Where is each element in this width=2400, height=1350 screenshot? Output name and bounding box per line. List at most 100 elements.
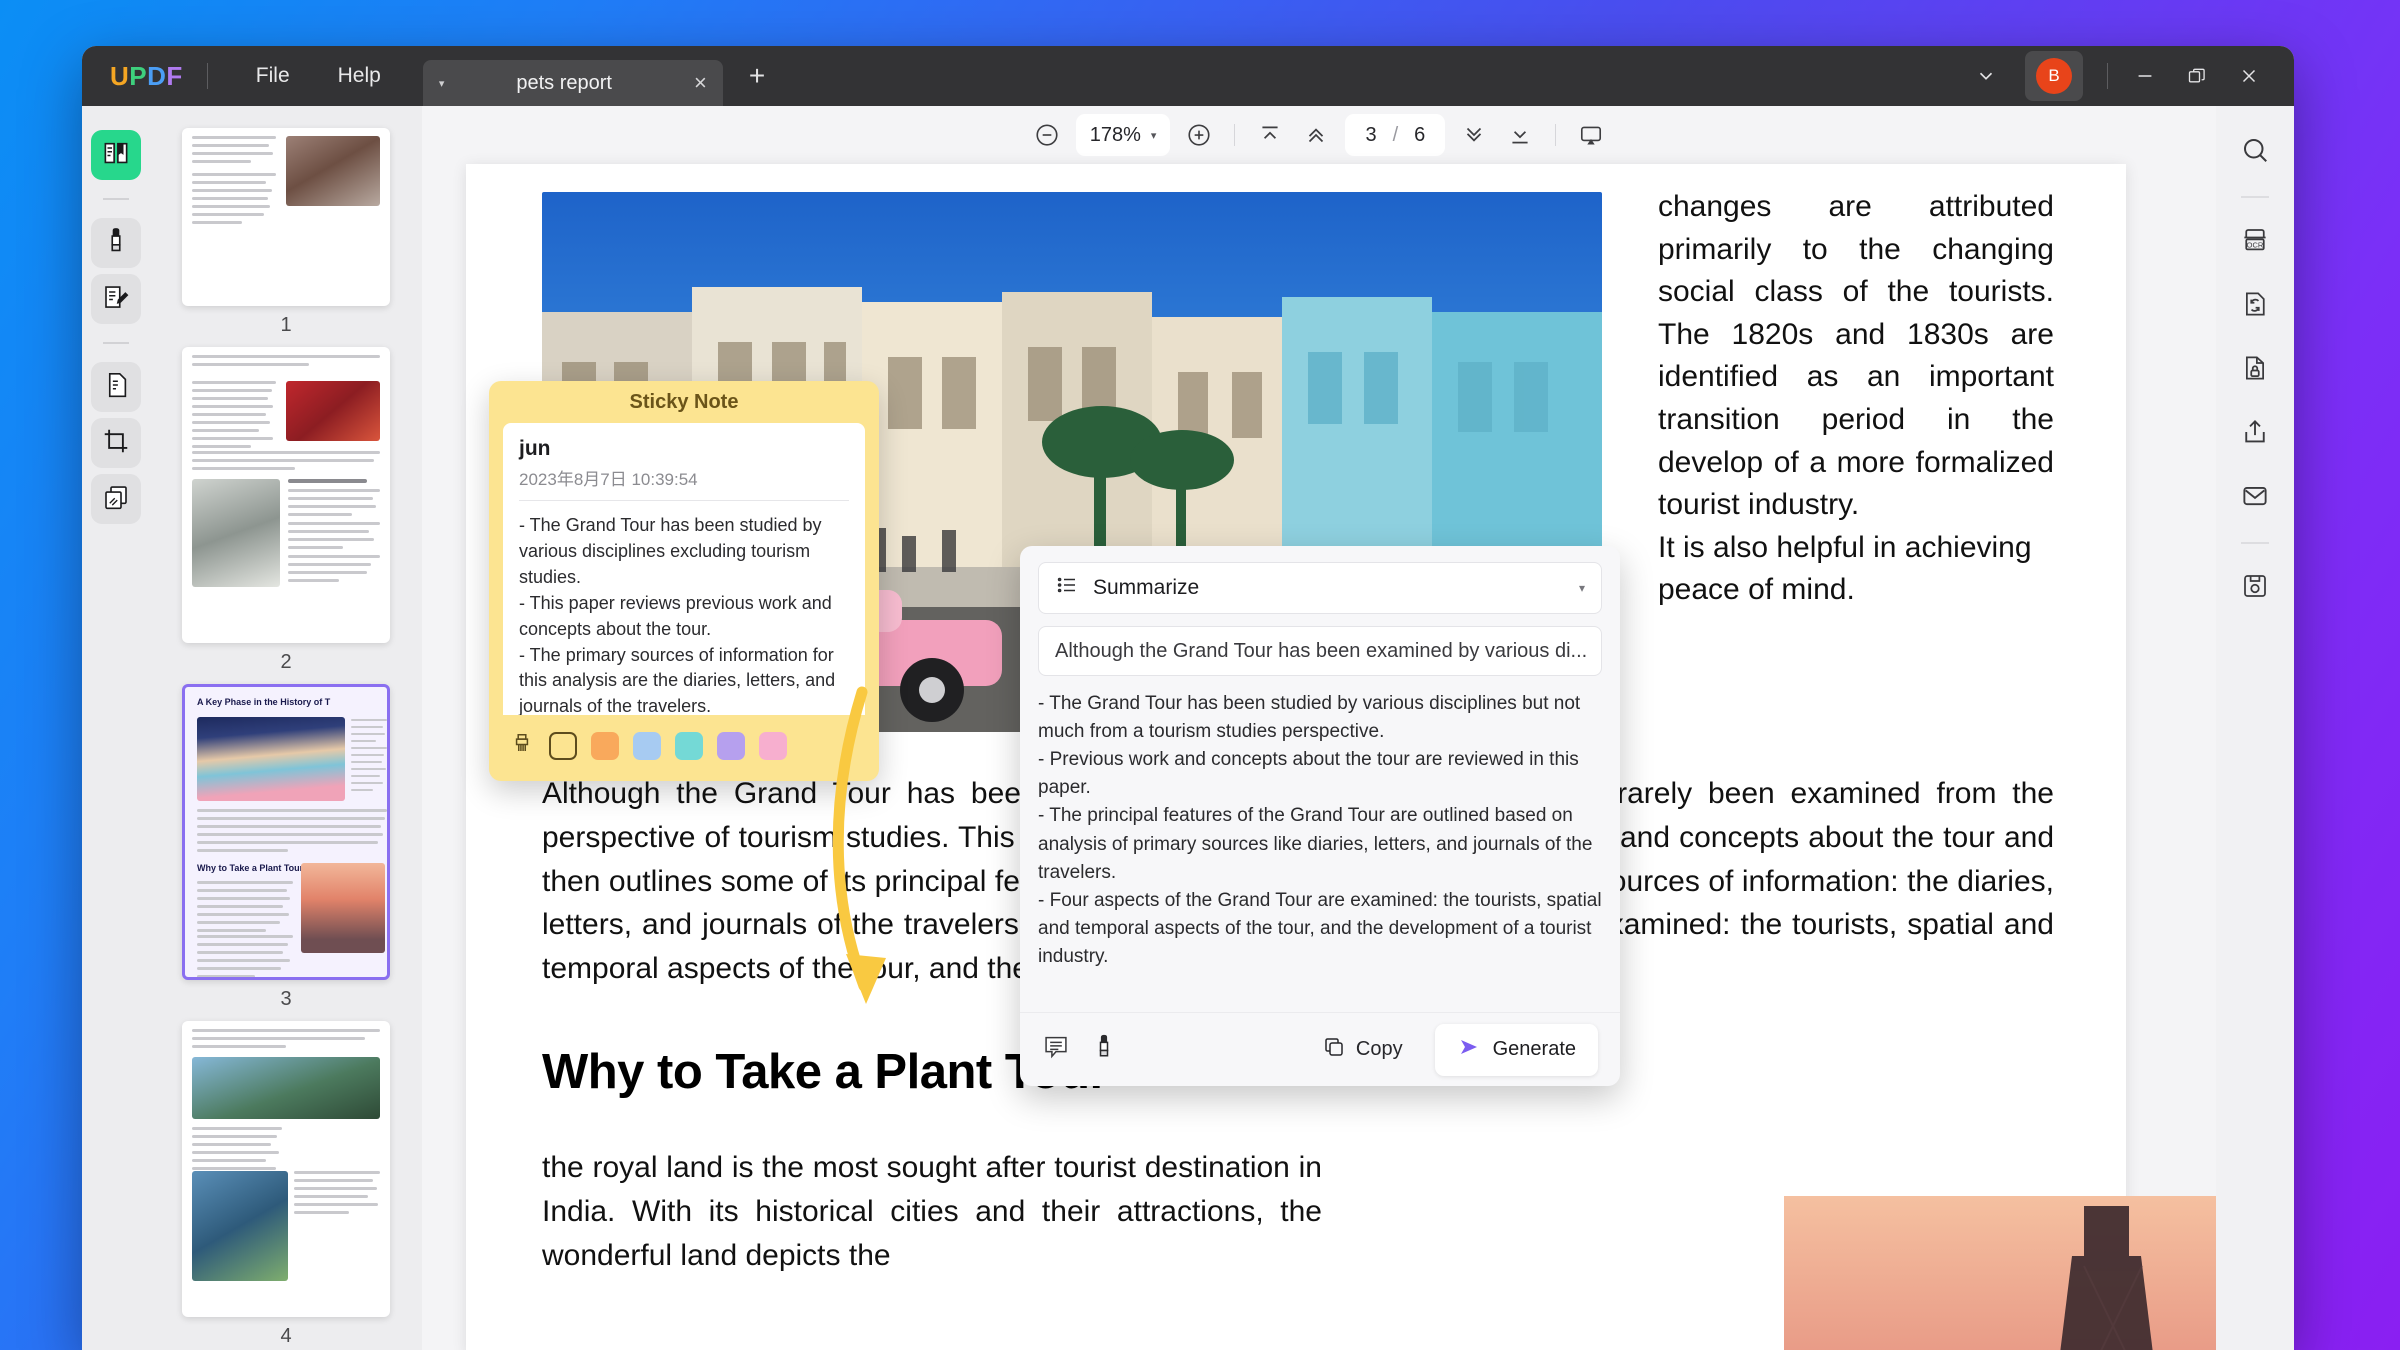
ocr-icon: OCR [2240,225,2270,260]
send-arrow-icon [1457,1035,1481,1065]
document-tab[interactable]: ▾ pets report × [422,60,723,106]
thumbnail-item-selected[interactable]: A Key Phase in the History of T Why to T… [182,684,390,1011]
eiffel-tower-image [1784,1196,2216,1350]
sticky-note-color-picker[interactable] [489,715,879,777]
viewer-toolbar: 178% ▾ 3 / 6 [422,106,2216,164]
chevron-down-icon[interactable]: ▾ [1151,129,1157,142]
thumbnail-number: 1 [280,314,292,336]
page-separator: / [1392,123,1399,146]
controls-divider [2107,63,2108,89]
document-tab-title: pets report [516,71,612,94]
search-icon [2240,135,2270,170]
current-page-value: 3 [1365,123,1377,146]
save-tool-button[interactable] [2229,564,2281,612]
ocr-tool-button[interactable]: OCR [2229,218,2281,266]
sticky-note-popup[interactable]: Sticky Note jun 2023年8月7日 10:39:54 - The… [489,381,879,781]
prev-page-button[interactable] [1293,112,1339,158]
thumbnail-item[interactable]: 1 [182,128,390,337]
thumbnail-page[interactable] [182,347,390,643]
zoom-level-select[interactable]: 178% ▾ [1075,114,1171,156]
zoom-in-button[interactable] [1176,112,1222,158]
close-button[interactable] [2226,55,2272,97]
chevron-down-icon[interactable] [1963,55,2009,97]
chevron-down-icon[interactable]: ▾ [439,77,445,90]
floppy-save-icon [2240,571,2270,606]
envelope-icon [2240,481,2270,516]
next-page-button[interactable] [1451,112,1497,158]
logo-letter-f: F [166,60,183,91]
page-body-paragraph-2: the royal land is the most sought after … [542,1151,1322,1272]
minimize-button[interactable] [2122,55,2168,97]
color-swatch-pink[interactable] [759,732,787,760]
zoom-out-button[interactable] [1024,112,1070,158]
thumbnail-number: 3 [280,988,292,1010]
color-swatch-purple[interactable] [717,732,745,760]
thumbnail-item[interactable]: 2 [182,347,390,674]
rail-divider [2241,542,2269,544]
page-number-input[interactable]: 3 / 6 [1345,114,1446,156]
ai-mode-label: Summarize [1093,576,1200,599]
logo-letter-u: U [110,60,130,91]
highlight-tool-button[interactable] [91,218,141,268]
list-icon [1055,573,1079,603]
ai-mode-select[interactable]: Summarize ▾ [1038,562,1602,614]
crop-tool-button[interactable] [91,418,141,468]
brush-icon[interactable] [509,731,535,762]
edit-document-icon [101,282,131,317]
color-swatch-none[interactable] [549,732,577,760]
edit-tool-button[interactable] [91,274,141,324]
ai-source-text-field[interactable]: Although the Grand Tour has been examine… [1038,626,1602,676]
sticky-note-icon[interactable] [1042,1033,1070,1066]
thumbnail-page[interactable] [182,1021,390,1317]
crop-icon [101,426,131,461]
title-bar: U P D F File Help ▾ pets report × + B [82,46,2294,106]
thumbnail-panel[interactable]: 1 2 A Key Phase in the History of T Why … [150,106,422,1350]
highlighter-icon [101,226,131,261]
thumbnail-page[interactable] [182,128,390,306]
email-tool-button[interactable] [2229,474,2281,522]
menu-file[interactable]: File [232,56,314,96]
share-tool-button[interactable] [2229,410,2281,458]
convert-tool-button[interactable] [2229,282,2281,330]
thumbnail-item[interactable]: 4 [182,1021,390,1348]
new-tab-button[interactable]: + [749,62,765,90]
thumbnail-number: 4 [280,1325,292,1347]
reader-tool-button[interactable] [91,130,141,180]
close-icon[interactable]: × [694,72,707,94]
first-page-button[interactable] [1247,112,1293,158]
protect-tool-button[interactable] [2229,346,2281,394]
lock-document-icon [2240,353,2270,388]
copy-icon [1322,1035,1346,1065]
toolbar-divider [1234,124,1236,146]
sticky-note-author: jun [519,437,551,460]
color-swatch-blue[interactable] [633,732,661,760]
book-reader-icon [101,138,131,173]
organize-tool-button[interactable] [91,474,141,524]
page-tool-button[interactable] [91,362,141,412]
toolbar-divider [1555,124,1557,146]
sticky-note-body[interactable]: jun 2023年8月7日 10:39:54 - The Grand Tour … [503,423,865,715]
rail-divider [103,342,129,344]
search-tool-button[interactable] [2229,128,2281,176]
color-swatch-orange[interactable] [591,732,619,760]
document-pages-icon [101,370,131,405]
sticky-note-text[interactable]: - The Grand Tour has been studied by var… [519,513,849,715]
account-button[interactable]: B [2025,51,2083,101]
ai-summarize-panel[interactable]: Summarize ▾ Although the Grand Tour has … [1020,546,1620,1086]
sticky-note-divider [519,500,849,501]
thumbnail-page[interactable]: A Key Phase in the History of T Why to T… [182,684,390,980]
presentation-button[interactable] [1568,112,1614,158]
last-page-button[interactable] [1497,112,1543,158]
updf-logo: U P D F [110,61,183,92]
app-window: U P D F File Help ▾ pets report × + B 1 … [82,46,2294,1350]
menu-help[interactable]: Help [314,56,405,96]
copy-button[interactable]: Copy [1310,1027,1415,1073]
color-swatch-teal[interactable] [675,732,703,760]
restore-button[interactable] [2174,55,2220,97]
generate-button[interactable]: Generate [1434,1023,1598,1076]
chevron-down-icon[interactable]: ▾ [1579,581,1585,595]
logo-letter-d: D [147,60,167,91]
svg-text:OCR: OCR [2247,240,2264,249]
window-controls: B [1963,51,2294,101]
highlighter-icon[interactable] [1090,1033,1118,1066]
